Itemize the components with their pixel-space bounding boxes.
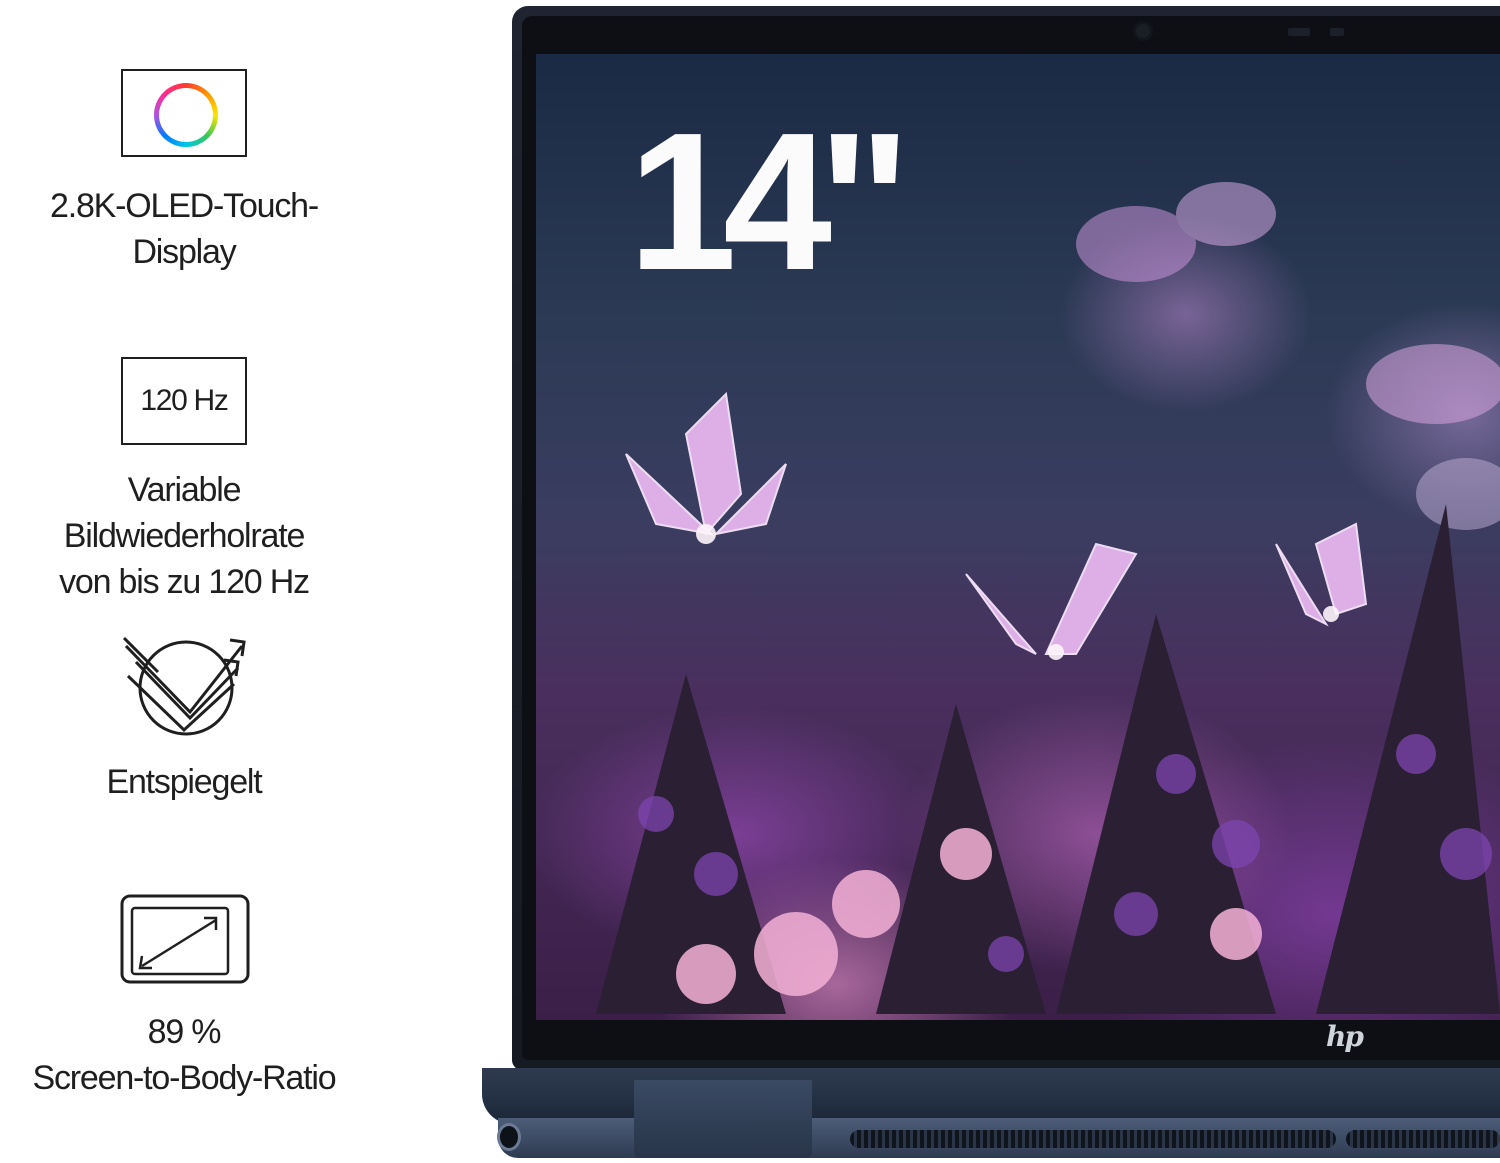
refresh-rate-icon-label: 120 Hz: [140, 384, 229, 417]
feature-oled-display: 2.8K-OLED-Touch- Display: [0, 183, 368, 275]
feature-refresh-line-2: Bildwiederholrate: [63, 517, 306, 555]
refresh-rate-icon: 120 Hz: [121, 357, 247, 445]
anti-glare-icon: [122, 636, 246, 736]
feature-oled-line-2: Display: [132, 233, 236, 271]
feature-refresh-rate: Variable Bildwiederholrate von bis zu 12…: [0, 467, 368, 605]
air-vent: [850, 1130, 1336, 1148]
laptop: 14" hp: [478, 0, 1500, 1163]
feature-refresh-line-3: von bis zu 120 Hz: [59, 563, 310, 601]
screen-ratio-icon: [120, 894, 250, 984]
color-ring-icon: [121, 69, 247, 157]
feature-anti-glare: Entspiegelt: [0, 759, 368, 805]
feature-anti-glare-line-1: Entspiegelt: [106, 763, 262, 801]
hp-logo: hp: [1326, 1020, 1364, 1053]
feature-refresh-line-1: Variable: [127, 471, 242, 509]
screen-size-label: 14": [628, 92, 911, 311]
feature-oled-line-1: 2.8K-OLED-Touch-: [49, 187, 319, 225]
feature-screen-ratio: 89 % Screen-to-Body-Ratio: [0, 1009, 368, 1101]
air-vent: [1346, 1130, 1500, 1148]
sensor: [1288, 28, 1310, 36]
laptop-screen: 14": [536, 54, 1500, 1020]
feature-ratio-line-2: Screen-to-Body-Ratio: [32, 1059, 337, 1097]
sensor: [1330, 28, 1344, 36]
audio-jack-port: [500, 1126, 518, 1148]
webcam: [1136, 24, 1150, 38]
feature-ratio-line-1: 89 %: [147, 1013, 222, 1051]
hinge: [634, 1080, 812, 1158]
